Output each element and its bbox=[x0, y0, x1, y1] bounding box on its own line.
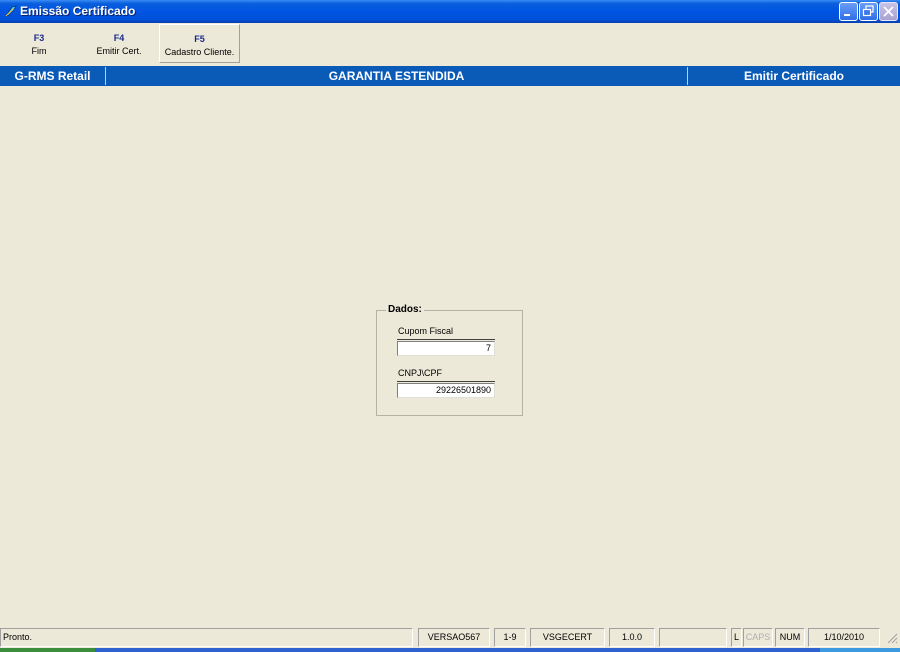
status-date: 1/10/2010 bbox=[808, 628, 880, 647]
status-num-indicator: NUM bbox=[775, 628, 805, 647]
cupom-fiscal-input[interactable]: 7 bbox=[397, 341, 495, 356]
status-version: VERSAO567 bbox=[418, 628, 490, 647]
close-button[interactable] bbox=[879, 2, 898, 21]
status-empty-panel bbox=[659, 628, 727, 647]
field-rule bbox=[397, 339, 495, 340]
window-title: Emissão Certificado bbox=[20, 4, 136, 18]
status-range: 1-9 bbox=[494, 628, 526, 647]
header-section-title: GARANTIA ESTENDIDA bbox=[328, 69, 465, 83]
f4-key-label: F4 bbox=[113, 33, 125, 43]
cupom-fiscal-label: Cupom Fiscal bbox=[398, 326, 454, 336]
f3-exit-button[interactable]: F3 Fim bbox=[18, 24, 60, 63]
f5-customer-register-button[interactable]: F5 Cadastro Cliente. bbox=[159, 24, 240, 63]
f4-issue-cert-button[interactable]: F4 Emitir Cert. bbox=[90, 24, 148, 63]
f5-caption: Cadastro Cliente. bbox=[164, 47, 235, 57]
minimize-button[interactable] bbox=[839, 2, 858, 21]
cnpj-cpf-label: CNPJ\CPF bbox=[398, 368, 443, 378]
field-rule bbox=[397, 381, 495, 382]
header-app-name: G-RMS Retail bbox=[14, 69, 91, 83]
status-build: 1.0.0 bbox=[609, 628, 655, 647]
app-feather-icon[interactable] bbox=[4, 4, 18, 18]
section-header: G-RMS Retail GARANTIA ESTENDIDA Emitir C… bbox=[0, 66, 900, 86]
f5-key-label: F5 bbox=[194, 34, 205, 44]
title-bar[interactable]: Emissão Certificado bbox=[0, 0, 900, 23]
status-caps-indicator: CAPS bbox=[743, 628, 773, 647]
f4-caption: Emitir Cert. bbox=[96, 46, 142, 56]
status-module: VSGECERT bbox=[530, 628, 605, 647]
restore-button[interactable] bbox=[859, 2, 878, 21]
groupbox-title: Dados: bbox=[386, 304, 424, 315]
f3-caption: Fim bbox=[31, 46, 47, 56]
status-message: Pronto. bbox=[0, 628, 413, 647]
f3-key-label: F3 bbox=[33, 33, 45, 43]
function-key-toolbar: F3 Fim F4 Emitir Cert. F5 Cadastro Clien… bbox=[0, 23, 900, 64]
status-bar: Pronto. VERSAO567 1-9 VSGECERT 1.0.0 L C… bbox=[0, 628, 900, 648]
status-lock-indicator: L bbox=[731, 628, 742, 647]
cnpj-cpf-input[interactable]: 29226501890 bbox=[397, 383, 495, 398]
header-action-title: Emitir Certificado bbox=[743, 69, 845, 83]
resize-grip-icon[interactable] bbox=[883, 628, 900, 647]
taskbar-edge bbox=[0, 648, 900, 652]
